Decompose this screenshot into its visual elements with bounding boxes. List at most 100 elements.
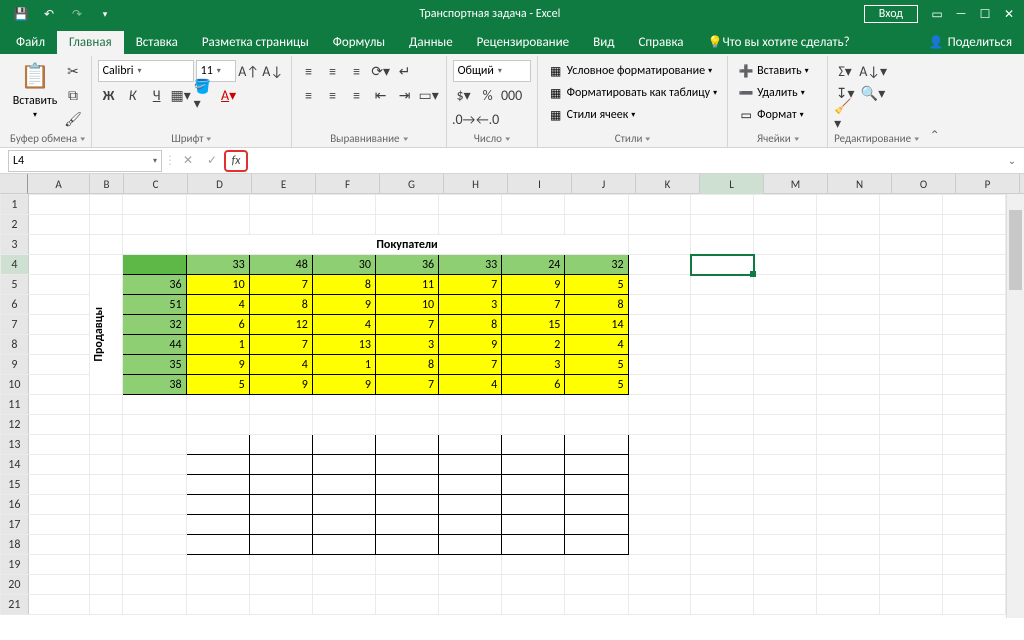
cell-N15[interactable]	[817, 475, 880, 495]
cell-H5[interactable]: 7	[439, 275, 502, 295]
cell-O2[interactable]	[880, 215, 943, 235]
cell-P8[interactable]	[942, 335, 1005, 355]
column-header-J[interactable]: J	[572, 174, 636, 194]
cell-J8[interactable]: 4	[565, 335, 628, 355]
cell-P15[interactable]	[942, 475, 1005, 495]
cell-A4[interactable]	[28, 255, 89, 275]
cell-A1[interactable]	[28, 195, 89, 215]
cell-K3[interactable]	[628, 235, 691, 255]
cell-A3[interactable]	[28, 235, 89, 255]
row-header-4[interactable]: 4	[1, 255, 29, 275]
cell-N12[interactable]	[817, 415, 880, 435]
row-header-9[interactable]: 9	[1, 355, 29, 375]
cell-G14[interactable]	[375, 455, 438, 475]
cell-H20[interactable]	[439, 575, 502, 595]
grid-body[interactable]: 123Покупатели4334830363324325Продавцы361…	[0, 194, 1006, 640]
cell-M17[interactable]	[754, 515, 817, 535]
cell-E13[interactable]	[249, 435, 312, 455]
cell-B19[interactable]	[89, 555, 123, 575]
cell-F19[interactable]	[312, 555, 375, 575]
accounting-icon[interactable]: $▾	[453, 84, 475, 106]
tab-data[interactable]: Данные	[397, 31, 465, 54]
cell-K21[interactable]	[628, 595, 691, 615]
cell-M4[interactable]	[754, 255, 817, 275]
cell-J21[interactable]	[565, 595, 628, 615]
cell-C15[interactable]	[123, 475, 186, 495]
ribbon-options-icon[interactable]: ▭	[926, 3, 948, 25]
cell-D20[interactable]	[186, 575, 249, 595]
cell-P17[interactable]	[942, 515, 1005, 535]
cell-P18[interactable]	[942, 535, 1005, 555]
cell-G7[interactable]: 7	[375, 315, 438, 335]
cell-N19[interactable]	[817, 555, 880, 575]
cell-K20[interactable]	[628, 575, 691, 595]
cell-E18[interactable]	[249, 535, 312, 555]
cell-H13[interactable]	[439, 435, 502, 455]
cell-J10[interactable]: 5	[565, 375, 628, 395]
cell-D8[interactable]: 1	[186, 335, 249, 355]
cell-G4[interactable]: 36	[375, 255, 438, 275]
cell-I10[interactable]: 6	[502, 375, 565, 395]
cell-B13[interactable]	[89, 435, 123, 455]
cell-L12[interactable]	[691, 415, 754, 435]
cell-I13[interactable]	[502, 435, 565, 455]
cell-O12[interactable]	[880, 415, 943, 435]
cell-B16[interactable]	[89, 495, 123, 515]
cell-F11[interactable]	[312, 395, 375, 415]
enter-formula-icon[interactable]: ✓	[200, 150, 224, 172]
cell-H11[interactable]	[439, 395, 502, 415]
cell-A20[interactable]	[28, 575, 89, 595]
row-header-15[interactable]: 15	[1, 475, 29, 495]
fill-color-icon[interactable]: 🪣▾	[194, 84, 216, 106]
tab-review[interactable]: Рецензирование	[465, 31, 581, 54]
row-header-5[interactable]: 5	[1, 275, 29, 295]
column-header-F[interactable]: F	[316, 174, 380, 194]
cell-G8[interactable]: 3	[375, 335, 438, 355]
cell-P3[interactable]	[942, 235, 1005, 255]
cell-K17[interactable]	[628, 515, 691, 535]
cell-J14[interactable]	[565, 455, 628, 475]
cell-M5[interactable]	[754, 275, 817, 295]
cell-J20[interactable]	[565, 575, 628, 595]
save-icon[interactable]: 💾	[10, 3, 32, 25]
cell-H6[interactable]: 3	[439, 295, 502, 315]
cell-P13[interactable]	[942, 435, 1005, 455]
cell-D21[interactable]	[186, 595, 249, 615]
cell-N13[interactable]	[817, 435, 880, 455]
cell-J18[interactable]	[565, 535, 628, 555]
tellme-box[interactable]: 💡Что вы хотите сделать?	[696, 31, 862, 54]
cell-M3[interactable]	[754, 235, 817, 255]
tab-help[interactable]: Справка	[626, 31, 695, 54]
cell-E21[interactable]	[249, 595, 312, 615]
cell-F13[interactable]	[312, 435, 375, 455]
cell-N2[interactable]	[817, 215, 880, 235]
cell-G12[interactable]	[375, 415, 438, 435]
cell-N17[interactable]	[817, 515, 880, 535]
cell-E4[interactable]: 48	[249, 255, 312, 275]
cell-G17[interactable]	[375, 515, 438, 535]
cell-D18[interactable]	[186, 535, 249, 555]
cell-C9[interactable]: 35	[123, 355, 186, 375]
maximize-icon[interactable]: ☐	[974, 3, 996, 25]
cell-J9[interactable]: 5	[565, 355, 628, 375]
cell-N18[interactable]	[817, 535, 880, 555]
cell-J4[interactable]: 32	[565, 255, 628, 275]
cell-I14[interactable]	[502, 455, 565, 475]
cell-I7[interactable]: 15	[502, 315, 565, 335]
cell-A18[interactable]	[28, 535, 89, 555]
cell-A15[interactable]	[28, 475, 89, 495]
cell-E12[interactable]	[249, 415, 312, 435]
select-all-corner[interactable]	[0, 174, 28, 194]
cell-A10[interactable]	[28, 375, 89, 395]
column-header-K[interactable]: K	[636, 174, 700, 194]
cell-A19[interactable]	[28, 555, 89, 575]
cell-P1[interactable]	[942, 195, 1005, 215]
row-header-8[interactable]: 8	[1, 335, 29, 355]
cell-P21[interactable]	[942, 595, 1005, 615]
cell-L16[interactable]	[691, 495, 754, 515]
indent-dec-icon[interactable]: ⇤	[370, 84, 392, 106]
cell-I19[interactable]	[502, 555, 565, 575]
cell-H15[interactable]	[439, 475, 502, 495]
cell-G9[interactable]: 8	[375, 355, 438, 375]
row-header-14[interactable]: 14	[1, 455, 29, 475]
